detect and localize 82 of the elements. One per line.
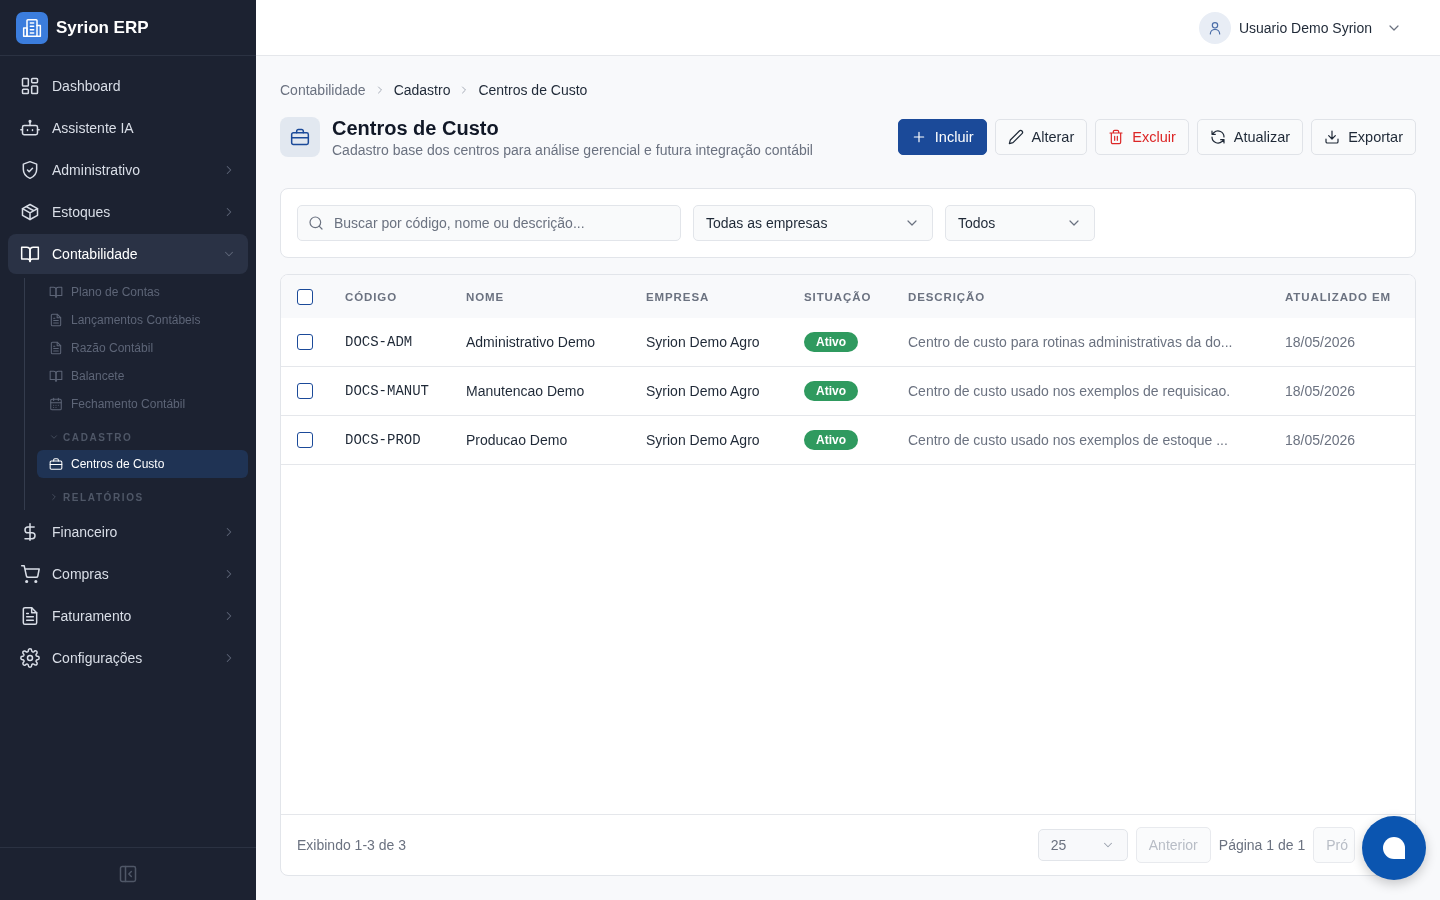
table-cell-text: Administrativo Demo (466, 334, 597, 350)
table-cell-text: Centro de custo para rotinas administrativas da do... (908, 334, 1234, 350)
page-title: Centros de Custo (332, 116, 500, 140)
sidebar-item[interactable]: Faturamento (8, 596, 248, 636)
column-header: DESCRIÇÃO (908, 290, 987, 303)
robot-icon (20, 118, 40, 138)
page-info: Página 1 de 1 (1218, 837, 1306, 853)
table-cell-text: 18/05/2026 (1285, 432, 1357, 448)
page-subtitle: Cadastro base dos centros para análise gerencial e futura integração contábil (332, 142, 813, 158)
row-checkbox[interactable] (297, 383, 313, 399)
breadcrumb-item[interactable]: Cadastro (393, 82, 451, 98)
cart-icon (20, 564, 40, 584)
user-menu[interactable]: Usuario Demo Syrion (1198, 11, 1402, 44)
table-cell-text: Centro de custo usado nos exemplos de requisicao. (908, 383, 1232, 399)
chevron-right-icon (49, 492, 59, 502)
document-icon (49, 313, 63, 327)
trash-icon (1108, 129, 1125, 145)
book-icon (20, 244, 40, 264)
sidebar-item[interactable]: Contabilidade (8, 234, 248, 274)
page-size-select[interactable]: 25 (1037, 829, 1128, 861)
sidebar-item[interactable]: Compras (8, 554, 248, 594)
app-name: Syrion ERP (56, 17, 149, 38)
sidebar-item[interactable]: Assistente IA (8, 108, 248, 148)
table-cell-text: Syrion Demo Agro (646, 334, 761, 350)
toolbar-button[interactable]: Exportar (1311, 119, 1416, 155)
box-icon (20, 202, 40, 222)
results-summary: Exibindo 1-3 de 3 (297, 837, 406, 853)
building-icon (22, 17, 42, 38)
chat-bubble-icon (1382, 836, 1406, 860)
column-header: NOME (466, 290, 506, 303)
toolbar-button[interactable]: Incluir (897, 119, 987, 155)
table-cell-text: 18/05/2026 (1285, 383, 1357, 399)
search-box[interactable]: Buscar por código, nome ou descrição... (297, 205, 681, 241)
calendar-icon (49, 397, 63, 411)
table-cell-text: Producao Demo (466, 432, 569, 448)
table-cell-text: Centro de custo usado nos exemplos de estoque ... (908, 432, 1229, 448)
settings-icon (20, 648, 40, 668)
pencil-icon (1007, 129, 1024, 145)
status-badge: Ativo (804, 381, 858, 401)
table-cell-text: Syrion Demo Agro (646, 383, 761, 399)
row-checkbox[interactable] (297, 334, 313, 350)
toolbar-button[interactable]: Atualizar (1196, 119, 1304, 155)
table-cell-text: DOCS-ADM (345, 334, 414, 350)
breadcrumb-item: Centros de Custo (478, 82, 588, 98)
column-header: SITUAÇÃO (804, 290, 873, 303)
sidebar-item[interactable]: Financeiro (8, 512, 248, 552)
briefcase-icon (49, 457, 63, 471)
breadcrumb-item[interactable]: Contabilidade (280, 82, 366, 98)
table-cell-text: Manutencao Demo (466, 383, 586, 399)
column-header: CÓDIGO (345, 290, 399, 303)
status-badge: Ativo (804, 430, 858, 450)
status-badge: Ativo (804, 332, 858, 352)
panel-collapse-icon (118, 864, 138, 884)
table-cell-text: DOCS-MANUT (345, 383, 430, 399)
book-icon (49, 285, 63, 299)
toolbar-button[interactable]: Excluir (1095, 119, 1189, 155)
row-checkbox[interactable] (297, 288, 313, 305)
download-icon (1324, 129, 1341, 145)
document-icon (20, 606, 40, 626)
grid-icon (20, 76, 40, 96)
column-header: EMPRESA (646, 290, 711, 303)
company-select[interactable]: Todas as empresas (693, 205, 933, 241)
status-select[interactable]: Todos (945, 205, 1095, 241)
sidebar-item[interactable]: Administrativo (8, 150, 248, 190)
sidebar-item[interactable]: Estoques (8, 192, 248, 232)
document-icon (49, 341, 63, 355)
shield-check-icon (20, 160, 40, 180)
sidebar-item[interactable]: Dashboard (8, 66, 248, 106)
table-cell-text: DOCS-PROD (345, 432, 422, 448)
submenu-item[interactable]: Centros de Custo (37, 450, 248, 478)
book-icon (49, 369, 63, 383)
search-icon (308, 215, 324, 231)
toolbar-button[interactable]: Alterar (994, 119, 1088, 155)
sidebar-item[interactable]: Configurações (8, 638, 248, 678)
row-checkbox[interactable] (297, 432, 313, 448)
briefcase-icon (290, 127, 310, 147)
refresh-icon (1209, 129, 1226, 145)
column-header: ATUALIZADO EM (1285, 290, 1393, 303)
search-field[interactable]: Buscar por código, nome ou descrição... (332, 214, 670, 232)
table-cell-text: Syrion Demo Agro (646, 432, 761, 448)
table-cell-text: 18/05/2026 (1285, 334, 1357, 350)
chevron-down-icon (49, 432, 59, 442)
